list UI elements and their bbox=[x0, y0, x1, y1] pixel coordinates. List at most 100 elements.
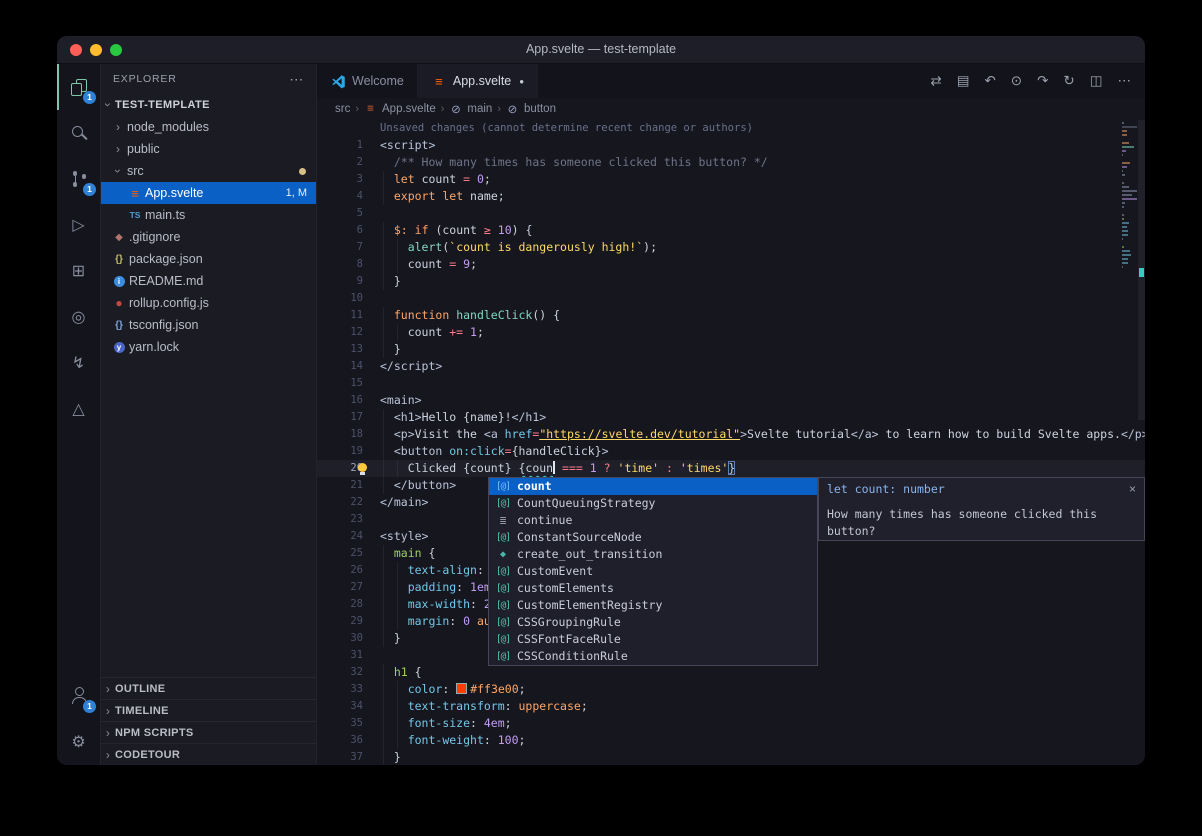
close-icon[interactable]: × bbox=[1129, 482, 1136, 496]
section-outline[interactable]: ›OUTLINE bbox=[101, 677, 316, 699]
minimap[interactable] bbox=[1122, 122, 1137, 270]
tab-app-svelte[interactable]: App.svelte ● bbox=[418, 64, 538, 98]
code-line[interactable]: 11 function handleClick() { bbox=[317, 307, 1145, 324]
previous-change-icon[interactable]: ↶ bbox=[984, 73, 995, 89]
suggestion-CustomEvent[interactable]: CustomEvent bbox=[489, 563, 817, 580]
code-line[interactable]: 16<main> bbox=[317, 392, 1145, 409]
activity-item-settings[interactable]: ⚙ bbox=[57, 719, 100, 765]
code-line[interactable]: 3 let count = 0; bbox=[317, 171, 1145, 188]
code-line[interactable]: 37 } bbox=[317, 749, 1145, 765]
code-line[interactable]: 13 } bbox=[317, 341, 1145, 358]
folder-item-node_modules[interactable]: ›node_modules bbox=[101, 116, 316, 138]
activity-item-extensions[interactable]: ⊞ bbox=[57, 248, 100, 294]
file-item-.gitignore[interactable]: .gitignore bbox=[101, 226, 316, 248]
file-item-rollup.config.js[interactable]: rollup.config.js bbox=[101, 292, 316, 314]
section-npm-scripts[interactable]: ›NPM SCRIPTS bbox=[101, 721, 316, 743]
suggestion-docs-panel: let count: number × How many times has s… bbox=[818, 477, 1145, 541]
file-item-App.svelte[interactable]: App.svelte1, M bbox=[101, 182, 316, 204]
item-label: App.svelte bbox=[145, 186, 203, 200]
suggestion-count[interactable]: count bbox=[489, 478, 817, 495]
code-line[interactable]: 18 <p>Visit the <a href="https://svelte.… bbox=[317, 426, 1145, 443]
suggestion-continue[interactable]: continue bbox=[489, 512, 817, 529]
badge: 1 bbox=[83, 700, 96, 713]
suggestion-CSSConditionRule[interactable]: CSSConditionRule bbox=[489, 648, 817, 665]
compare-changes-icon[interactable]: ⇄ bbox=[930, 73, 941, 89]
code-line[interactable]: 4 export let name; bbox=[317, 188, 1145, 205]
code-line[interactable]: 19 <button on:click={handleClick}> bbox=[317, 443, 1145, 460]
code-editor[interactable]: Unsaved changes (cannot determine recent… bbox=[317, 120, 1145, 765]
file-item-tsconfig.json[interactable]: tsconfig.json bbox=[101, 314, 316, 336]
code-line[interactable]: 9 } bbox=[317, 273, 1145, 290]
code-line[interactable]: 7 alert(`count is dangerously high!`); bbox=[317, 239, 1145, 256]
activity-item-accounts[interactable]: 1 bbox=[57, 673, 100, 719]
chevron-right-icon: › bbox=[111, 142, 125, 156]
lightbulb-icon[interactable] bbox=[357, 463, 368, 475]
breadcrumb-item-src[interactable]: src bbox=[335, 103, 350, 115]
next-change-icon[interactable]: ↷ bbox=[1037, 73, 1048, 89]
code-line[interactable]: 8 count = 9; bbox=[317, 256, 1145, 273]
activity-item-explorer[interactable]: 1 bbox=[57, 64, 100, 110]
split-editor-icon[interactable]: ◫ bbox=[1090, 73, 1103, 89]
activity-item-github-pull-requests[interactable]: ◎ bbox=[57, 294, 100, 340]
code-line[interactable]: 5 bbox=[317, 205, 1145, 222]
code-line[interactable]: 14</script> bbox=[317, 358, 1145, 375]
code-line[interactable]: 15 bbox=[317, 375, 1145, 392]
code-line[interactable]: 34 text-transform: uppercase; bbox=[317, 698, 1145, 715]
activity-item-run-and-debug[interactable]: ▷ bbox=[57, 202, 100, 248]
file-item-yarn.lock[interactable]: yarn.lock bbox=[101, 336, 316, 358]
line-number: 10 bbox=[317, 290, 380, 307]
suggestion-ConstantSourceNode[interactable]: ConstantSourceNode bbox=[489, 529, 817, 546]
activity-item-live-share[interactable]: ↯ bbox=[57, 340, 100, 386]
chevron-down-icon: › bbox=[111, 164, 125, 178]
file-history-icon[interactable]: ↻ bbox=[1063, 73, 1074, 89]
open-changes-icon[interactable]: ▤ bbox=[957, 73, 970, 89]
section-timeline[interactable]: ›TIMELINE bbox=[101, 699, 316, 721]
code-line[interactable]: 6 $: if (count ≥ 10) { bbox=[317, 222, 1145, 239]
intellisense-popup: countCountQueuingStrategycontinueConstan… bbox=[488, 477, 818, 666]
code-line[interactable]: 17 <h1>Hello {name}!</h1> bbox=[317, 409, 1145, 426]
suggestion-label: customElements bbox=[517, 580, 614, 597]
window-title: App.svelte — test-template bbox=[57, 36, 1145, 63]
code-line[interactable]: 33 color: #ff3e00; bbox=[317, 681, 1145, 698]
more-actions-icon[interactable]: ⋯ bbox=[1118, 73, 1132, 89]
code-line[interactable]: 35 font-size: 4em; bbox=[317, 715, 1145, 732]
tab-welcome[interactable]: Welcome bbox=[317, 64, 418, 98]
rollup-file-icon bbox=[111, 296, 127, 310]
line-number: 24 bbox=[317, 528, 380, 545]
suggestion-CountQueuingStrategy[interactable]: CountQueuingStrategy bbox=[489, 495, 817, 512]
activity-item-source-control[interactable]: 1 bbox=[57, 156, 100, 202]
code-line[interactable]: 2 /** How many times has someone clicked… bbox=[317, 154, 1145, 171]
changes-overview-icon[interactable]: ⊙ bbox=[1011, 73, 1022, 89]
suggestion-CustomElementRegistry[interactable]: CustomElementRegistry bbox=[489, 597, 817, 614]
folder-item-src[interactable]: ›src bbox=[101, 160, 316, 182]
suggestion-create_out_transition[interactable]: create_out_transition bbox=[489, 546, 817, 563]
code-line[interactable]: 20 Clicked {count} {coun === 1 ? 'time' … bbox=[317, 460, 1145, 477]
file-item-main.ts[interactable]: main.ts bbox=[101, 204, 316, 226]
section-codetour[interactable]: ›CODETOUR bbox=[101, 743, 316, 765]
code-line[interactable]: 10 bbox=[317, 290, 1145, 307]
unsaved-dot-icon[interactable]: ● bbox=[519, 77, 524, 86]
activity-item-azure-tools[interactable]: △ bbox=[57, 386, 100, 432]
suggestion-CSSFontFaceRule[interactable]: CSSFontFaceRule bbox=[489, 631, 817, 648]
breadcrumb-item-App.svelte[interactable]: App.svelte bbox=[382, 103, 436, 115]
suggestion-customElements[interactable]: customElements bbox=[489, 580, 817, 597]
breadcrumb-item-button[interactable]: button bbox=[524, 103, 556, 115]
code-line[interactable]: 32 h1 { bbox=[317, 664, 1145, 681]
json-file-icon bbox=[111, 254, 127, 265]
folder-item-public[interactable]: ›public bbox=[101, 138, 316, 160]
suggestion-CSSGroupingRule[interactable]: CSSGroupingRule bbox=[489, 614, 817, 631]
blame-annotation: Unsaved changes (cannot determine recent… bbox=[317, 120, 1145, 137]
overview-ruler[interactable] bbox=[1138, 120, 1145, 765]
code-line[interactable]: 1<script> bbox=[317, 137, 1145, 154]
breadcrumb-item-main[interactable]: main bbox=[467, 103, 492, 115]
code-line[interactable]: 12 count += 1; bbox=[317, 324, 1145, 341]
symbol-icon bbox=[449, 102, 462, 116]
chevron-right-icon: › bbox=[101, 704, 115, 718]
section-test-template[interactable]: › TEST-TEMPLATE bbox=[101, 94, 316, 116]
activity-item-search[interactable] bbox=[57, 110, 100, 156]
explorer-more-actions-icon[interactable]: ⋯ bbox=[289, 71, 304, 88]
code-line[interactable]: 36 font-weight: 100; bbox=[317, 732, 1145, 749]
line-number: 7 bbox=[317, 239, 380, 256]
file-item-README.md[interactable]: README.md bbox=[101, 270, 316, 292]
file-item-package.json[interactable]: package.json bbox=[101, 248, 316, 270]
